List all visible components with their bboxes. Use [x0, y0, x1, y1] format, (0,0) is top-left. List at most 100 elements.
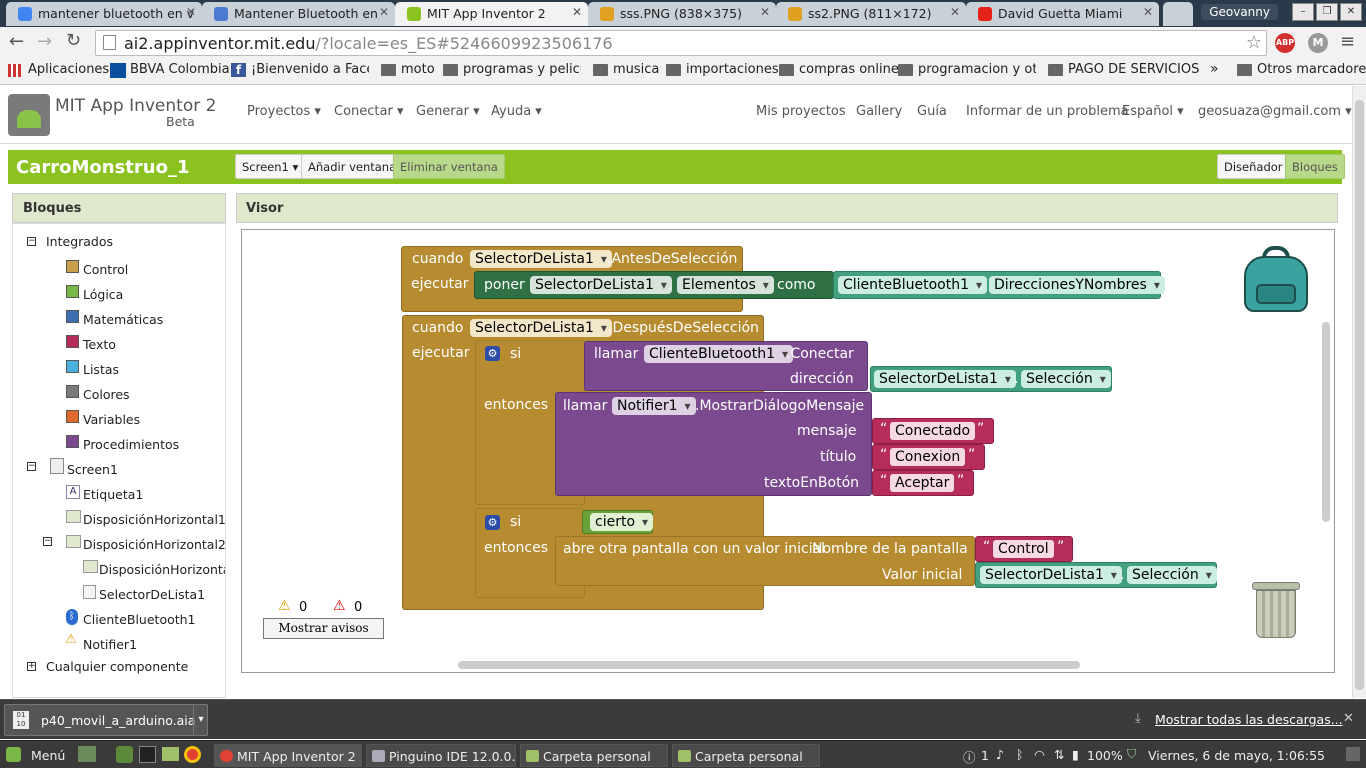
bookmark-apps[interactable]: Aplicaciones	[8, 62, 109, 77]
tree-listpicker1[interactable]: SelectorDeLista1	[99, 587, 205, 602]
tree-item-lists[interactable]: Listas	[83, 362, 119, 377]
backpack-icon[interactable]	[1244, 246, 1310, 314]
chrome-icon[interactable]	[184, 746, 201, 763]
text-value[interactable]: Conexion	[890, 448, 966, 466]
component-dropdown[interactable]: SelectorDeLista1	[980, 566, 1122, 584]
tree-item-text[interactable]: Texto	[83, 337, 116, 352]
component-dropdown[interactable]: SelectorDeLista1	[470, 250, 612, 268]
tree-item-variables[interactable]: Variables	[83, 412, 140, 427]
close-tab-icon[interactable]: ✕	[572, 5, 582, 19]
text-value[interactable]: Control	[993, 540, 1054, 558]
volume-icon[interactable]: ♪	[996, 747, 1004, 762]
back-icon[interactable]: ←	[9, 31, 24, 52]
property-dropdown[interactable]: Selección	[1021, 370, 1111, 388]
browser-tab-5[interactable]: ss2.PNG (811×172) ✕	[776, 2, 966, 26]
menu-report-problem[interactable]: Informar de un problema	[966, 104, 1129, 119]
menu-account[interactable]: geosuaza@gmail.com ▾	[1198, 104, 1352, 119]
new-tab-button[interactable]	[1163, 2, 1193, 26]
clock[interactable]: Viernes, 6 de mayo, 1:06:55	[1148, 748, 1325, 763]
vertical-scrollbar[interactable]	[1322, 322, 1330, 522]
designer-button[interactable]: Diseñador	[1217, 154, 1290, 179]
bookmark-other[interactable]: Otros marcadores	[1237, 62, 1366, 77]
url-input[interactable]: ai2.appinventor.mit.edu/?locale=es_ES#52…	[95, 30, 1267, 56]
tree-screen1[interactable]: Screen1	[67, 462, 118, 477]
tree-hlayout3[interactable]: DisposiciónHorizontal3	[99, 562, 225, 577]
tree-label1[interactable]: Etiqueta1	[83, 487, 143, 502]
profile-name[interactable]: Geovanny	[1201, 4, 1278, 20]
task-folder-2[interactable]: Carpeta personal	[672, 744, 820, 767]
browser-tab-3[interactable]: MIT App Inventor 2 ✕	[395, 2, 588, 26]
start-menu[interactable]: Menú	[31, 748, 65, 763]
text-block-control[interactable]: “ Control ”	[975, 536, 1073, 562]
forward-icon[interactable]: →	[37, 31, 52, 52]
shield-icon[interactable]: ⛉	[1127, 746, 1136, 762]
horizontal-scrollbar[interactable]	[458, 661, 1080, 669]
tree-item-control[interactable]: Control	[83, 262, 128, 277]
page-info-icon[interactable]	[103, 35, 116, 50]
bookmark-folder[interactable]: musica	[593, 62, 659, 77]
bookmark-folder[interactable]: moto	[381, 62, 435, 77]
bookmark-facebook[interactable]: f¡Bienvenido a Facebo	[231, 62, 369, 77]
close-download-bar-icon[interactable]: ✕	[1343, 711, 1354, 726]
more-bookmarks-icon[interactable]: »	[1210, 61, 1219, 77]
bluetooth-tray-icon[interactable]: ᛒ	[1016, 747, 1024, 762]
show-warnings-button[interactable]: Mostrar avisos	[263, 618, 384, 639]
menu-build[interactable]: Generar ▾	[416, 104, 480, 119]
tree-notifier1[interactable]: Notifier1	[83, 637, 137, 652]
text-value[interactable]: Aceptar	[890, 474, 955, 492]
browser-tab-4[interactable]: sss.PNG (838×375) ✕	[588, 2, 776, 26]
component-dropdown[interactable]: ClienteBluetooth1	[838, 276, 988, 294]
bookmark-folder[interactable]: importaciones	[666, 62, 779, 77]
tree-hlayout2[interactable]: DisposiciónHorizontal2	[83, 537, 226, 552]
add-screen-button[interactable]: Añadir ventana	[301, 154, 404, 179]
blocks-workspace[interactable]: cuando SelectorDeLista1 .AntesDeSelecció…	[241, 229, 1335, 673]
collapse-icon[interactable]: −	[27, 462, 36, 471]
component-dropdown[interactable]: SelectorDeLista1	[874, 370, 1016, 388]
tree-any-component[interactable]: Cualquier componente	[46, 659, 188, 674]
component-dropdown[interactable]: SelectorDeLista1	[470, 319, 612, 337]
property-dropdown[interactable]: Elementos	[677, 276, 774, 294]
tree-bluetooth1[interactable]: ClienteBluetooth1	[83, 612, 196, 627]
desktop-icon[interactable]	[78, 746, 96, 762]
blocks-button[interactable]: Bloques	[1285, 154, 1345, 179]
tree-item-logic[interactable]: Lógica	[83, 287, 123, 302]
extension-icon[interactable]: M	[1308, 33, 1328, 53]
bookmark-folder[interactable]: compras online	[779, 62, 899, 77]
minimize-icon[interactable]: –	[1292, 3, 1314, 21]
mutator-gear-icon[interactable]: ⚙	[485, 515, 500, 530]
bookmark-bbva[interactable]: BBVA Colombia	[110, 62, 230, 78]
close-icon[interactable]: ✕	[1340, 3, 1362, 21]
task-folder-1[interactable]: Carpeta personal	[520, 744, 668, 767]
tree-item-procedures[interactable]: Procedimientos	[83, 437, 179, 452]
property-dropdown[interactable]: DireccionesYNombres	[989, 276, 1165, 294]
network-icon[interactable]: ⇅	[1054, 747, 1064, 762]
browser-tab-6[interactable]: David Guetta Miami ✕	[966, 2, 1159, 26]
property-dropdown[interactable]: Selección	[1127, 566, 1217, 584]
screen-select[interactable]: Screen1 ▾	[235, 154, 306, 179]
remove-screen-button[interactable]: Eliminar ventana	[393, 154, 505, 179]
bookmark-folder[interactable]: programacion y otro	[898, 62, 1036, 77]
browser-tab-2[interactable]: Mantener Bluetooth en ✕	[202, 2, 395, 26]
component-dropdown[interactable]: ClienteBluetooth1	[644, 345, 794, 363]
collapse-icon[interactable]: −	[27, 237, 36, 246]
tree-item-math[interactable]: Matemáticas	[83, 312, 163, 327]
text-value[interactable]: Conectado	[890, 422, 976, 440]
tree-hlayout1[interactable]: DisposiciónHorizontal1	[83, 512, 226, 527]
close-tab-icon[interactable]: ✕	[379, 5, 389, 19]
task-pinguino[interactable]: Pinguino IDE 12.0.0...	[366, 744, 516, 767]
collapse-icon[interactable]: −	[43, 537, 52, 546]
text-block-connected[interactable]: “ Conectado ”	[872, 418, 994, 444]
mutator-gear-icon[interactable]: ⚙	[485, 346, 500, 361]
show-desktop-icon[interactable]	[1346, 747, 1360, 761]
wifi-icon[interactable]: ◠	[1034, 747, 1045, 762]
close-tab-icon[interactable]: ✕	[950, 5, 960, 19]
page-scrollbar[interactable]	[1352, 86, 1366, 698]
download-item[interactable]: 01 10 p40_movil_a_arduino.aia ▾	[4, 704, 208, 736]
battery-icon[interactable]: ▮	[1072, 747, 1079, 762]
chrome-menu-icon[interactable]: ≡	[1340, 31, 1355, 52]
close-tab-icon[interactable]: ✕	[1143, 5, 1153, 19]
trash-icon[interactable]	[1252, 578, 1300, 640]
menu-help[interactable]: Ayuda ▾	[491, 104, 542, 119]
component-dropdown[interactable]: SelectorDeLista1	[530, 276, 672, 294]
bookmark-folder[interactable]: PAGO DE SERVICIOS	[1048, 62, 1199, 77]
